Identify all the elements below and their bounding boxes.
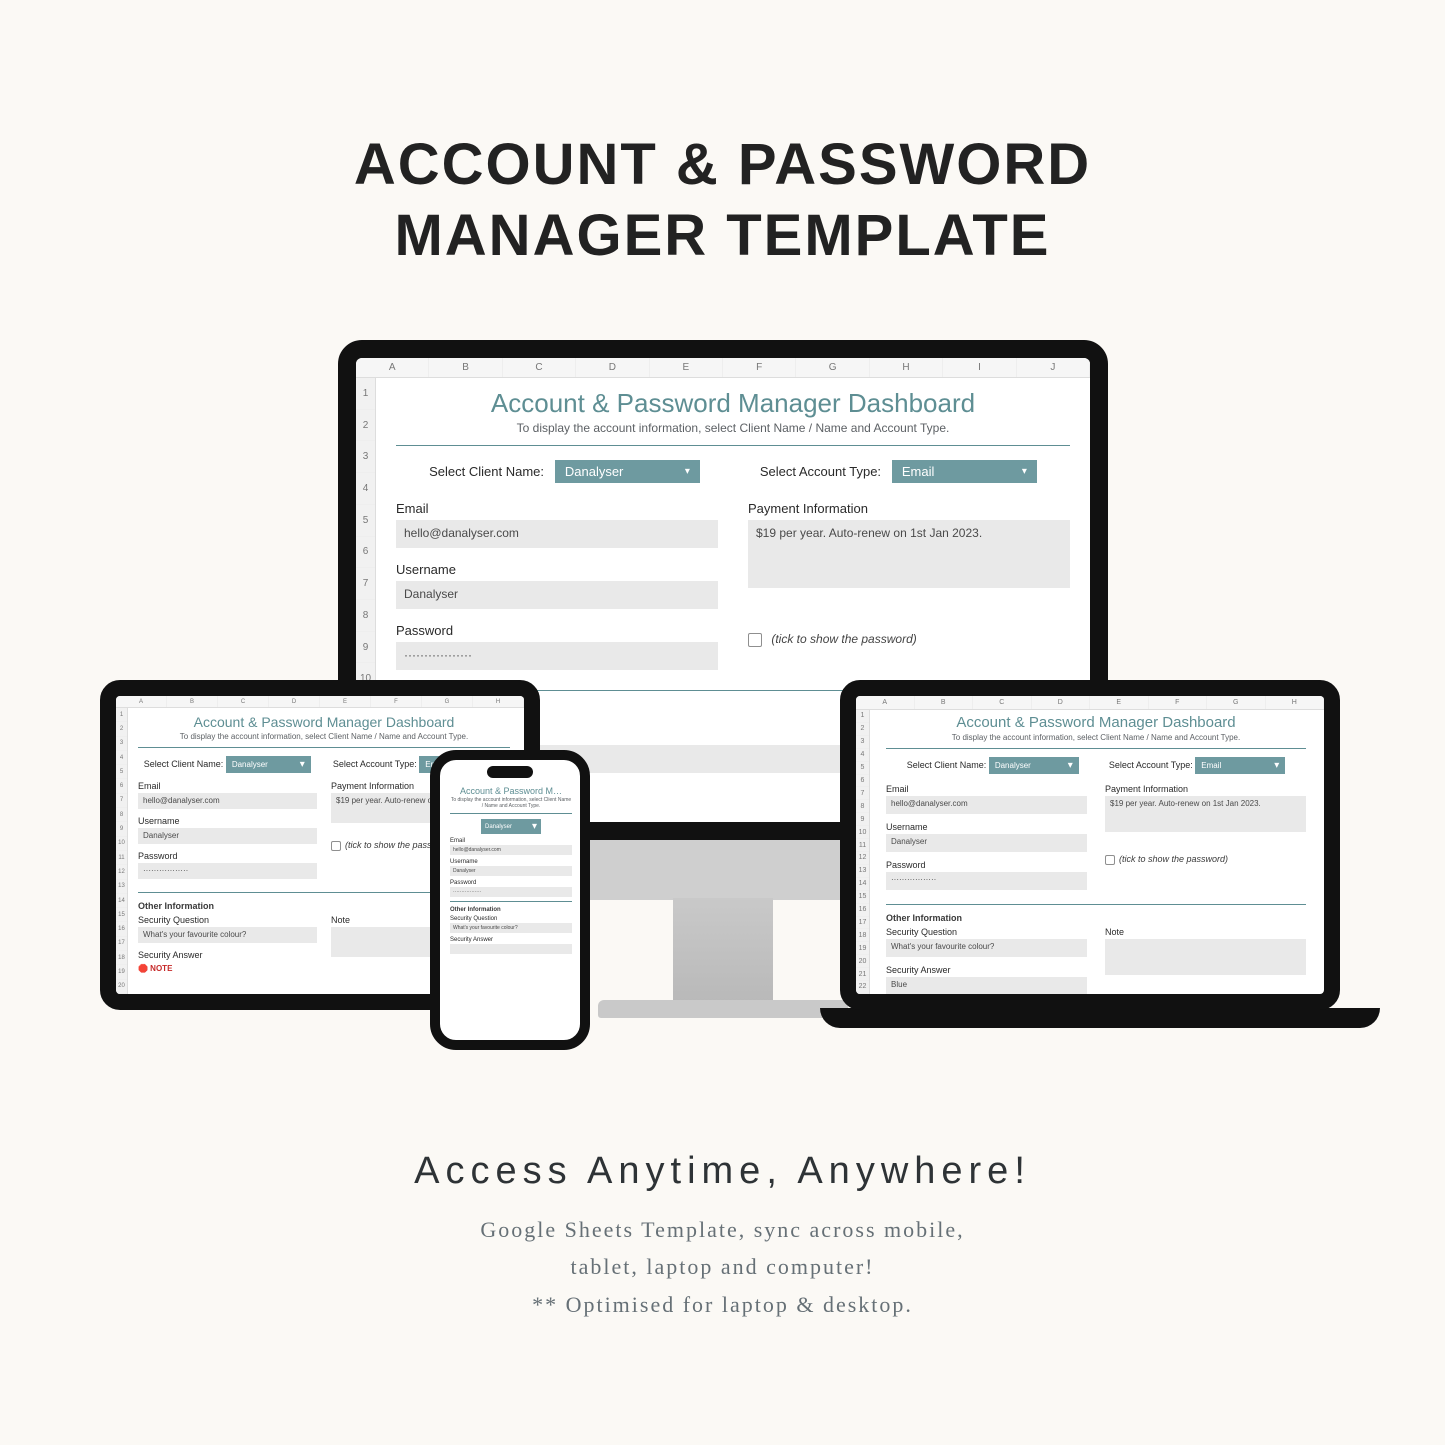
dashboard-title: Account & Password Manager Dashboard bbox=[138, 714, 510, 730]
security-question-field[interactable]: What's your favourite colour? bbox=[138, 927, 317, 943]
subcopy-line-3: ** Optimised for laptop & desktop. bbox=[0, 1286, 1445, 1323]
username-field[interactable]: Danalyser bbox=[886, 834, 1087, 852]
divider bbox=[138, 747, 510, 748]
dashboard-title: Account & Password Manager Dashboard bbox=[886, 714, 1306, 731]
chevron-down-icon: ▾ bbox=[532, 821, 537, 832]
divider bbox=[450, 813, 572, 814]
sheet-column-letters: ABCDEFGHIJ bbox=[356, 358, 1090, 378]
payment-field[interactable]: $19 per year. Auto-renew on 1st Jan 2023… bbox=[748, 520, 1070, 588]
dashboard-title: Account & Password M… bbox=[450, 786, 572, 796]
divider bbox=[396, 445, 1070, 446]
email-label: Email bbox=[396, 501, 718, 516]
password-field[interactable]: ················· bbox=[450, 887, 572, 897]
chevron-down-icon: ▾ bbox=[300, 759, 305, 770]
password-field[interactable]: ················· bbox=[138, 863, 317, 879]
subcopy-line-1: Google Sheets Template, sync across mobi… bbox=[0, 1211, 1445, 1248]
dashboard-subtitle: To display the account information, sele… bbox=[886, 733, 1306, 742]
username-field[interactable]: Danalyser bbox=[138, 828, 317, 844]
username-label: Username bbox=[396, 562, 718, 577]
dashboard-subtitle: To display the account information, sele… bbox=[138, 732, 510, 741]
select-type-dropdown[interactable]: Email ▾ bbox=[892, 460, 1037, 483]
phone-dynamic-island-icon bbox=[487, 766, 533, 778]
divider bbox=[450, 901, 572, 902]
password-tick-row: (tick to show the password) bbox=[748, 632, 1070, 647]
email-field[interactable]: hello@danalyser.com bbox=[450, 845, 572, 855]
sheet-column-letters: ABCDEFGH bbox=[116, 696, 524, 708]
security-answer-field[interactable] bbox=[450, 944, 572, 954]
sheet-row-numbers: 12345678910111213141516171819202122 bbox=[856, 710, 870, 994]
select-client-dropdown[interactable]: Danalyser▾ bbox=[989, 757, 1079, 774]
security-answer-field[interactable]: Blue bbox=[886, 977, 1087, 995]
password-checkbox[interactable] bbox=[331, 841, 341, 851]
username-field[interactable]: Danalyser bbox=[450, 866, 572, 876]
password-checkbox[interactable] bbox=[1105, 855, 1115, 865]
password-field[interactable]: ················· bbox=[886, 872, 1087, 890]
tagline: Access Anytime, Anywhere! bbox=[0, 1150, 1445, 1193]
hero-line-2: MANAGER TEMPLATE bbox=[394, 203, 1050, 268]
chevron-down-icon: ▾ bbox=[1068, 760, 1073, 771]
payment-label: Payment Information bbox=[748, 501, 1070, 516]
security-question-field[interactable]: What's your favourite colour? bbox=[450, 923, 572, 933]
dashboard-subtitle: To display the account information, sele… bbox=[396, 421, 1070, 435]
select-client-dropdown[interactable]: Danalyser▾ bbox=[226, 756, 311, 773]
dashboard-title: Account & Password Manager Dashboard bbox=[396, 388, 1070, 419]
note-field[interactable] bbox=[1105, 939, 1306, 975]
divider bbox=[886, 748, 1306, 749]
select-client-dropdown[interactable]: Danalyser▾ bbox=[481, 819, 541, 834]
password-field[interactable]: ················· bbox=[396, 642, 718, 670]
select-type-dropdown[interactable]: Email▾ bbox=[1195, 757, 1285, 774]
username-field[interactable]: Danalyser bbox=[396, 581, 718, 609]
chevron-down-icon: ▾ bbox=[685, 466, 690, 477]
password-checkbox[interactable] bbox=[748, 633, 762, 647]
device-phone: Account & Password M… To display the acc… bbox=[430, 750, 590, 1050]
divider bbox=[886, 904, 1306, 905]
select-client-dropdown[interactable]: Danalyser ▾ bbox=[555, 460, 700, 483]
chevron-down-icon: ▾ bbox=[1022, 466, 1027, 477]
sheet-column-letters: ABCDEFGH bbox=[856, 696, 1324, 710]
password-label: Password bbox=[396, 623, 718, 638]
chevron-down-icon: ▾ bbox=[1274, 760, 1279, 771]
subcopy-line-2: tablet, laptop and computer! bbox=[0, 1248, 1445, 1285]
security-question-field[interactable]: What's your favourite colour? bbox=[886, 939, 1087, 957]
sheet-row-numbers: 1234567891011121314151617181920 bbox=[116, 708, 128, 994]
email-field[interactable]: hello@danalyser.com bbox=[396, 520, 718, 548]
footer-copy: Access Anytime, Anywhere! Google Sheets … bbox=[0, 1150, 1445, 1323]
payment-field[interactable]: $19 per year. Auto-renew on 1st Jan 2023… bbox=[1105, 796, 1306, 832]
email-field[interactable]: hello@danalyser.com bbox=[886, 796, 1087, 814]
hero-heading: ACCOUNT & PASSWORD MANAGER TEMPLATE bbox=[0, 130, 1445, 272]
hero-line-1: ACCOUNT & PASSWORD bbox=[354, 132, 1091, 197]
select-client-label: Select Client Name: bbox=[429, 464, 544, 479]
select-type-label: Select Account Type: bbox=[760, 464, 881, 479]
email-field[interactable]: hello@danalyser.com bbox=[138, 793, 317, 809]
device-laptop: ABCDEFGH 1234567891011121314151617181920… bbox=[820, 680, 1360, 1028]
